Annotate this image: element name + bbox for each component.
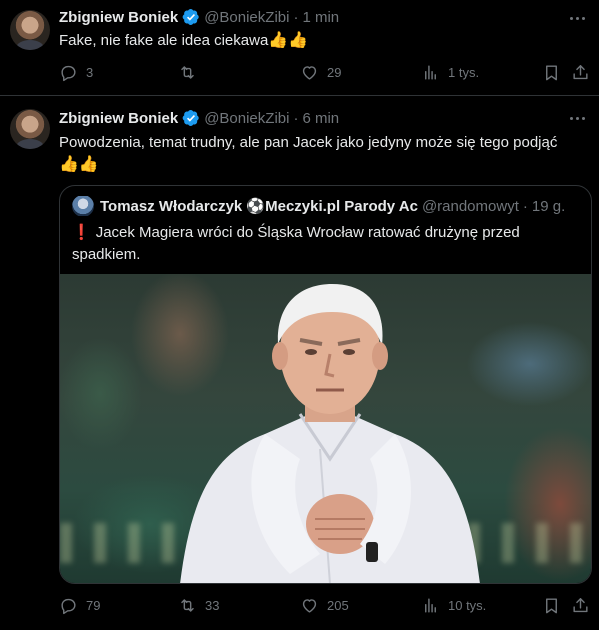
quoted-timestamp[interactable]: 19 g. xyxy=(532,198,565,215)
tweet-header: Zbigniew Boniek @BoniekZibi · 1 min xyxy=(59,7,339,27)
verified-badge-icon xyxy=(182,8,199,26)
coach-photo-figure xyxy=(180,284,480,583)
bookmark-icon xyxy=(546,65,557,81)
repost-count: 33 xyxy=(205,598,220,613)
tweet-text: Fake, nie fake ale idea ciekawa👍👍 xyxy=(59,31,583,51)
quoted-author-handle[interactable]: @randomowyt xyxy=(422,198,519,215)
quoted-photo[interactable] xyxy=(60,274,591,583)
like-button[interactable]: 29 xyxy=(300,63,341,82)
reply-icon xyxy=(61,65,76,82)
more-icon[interactable] xyxy=(567,8,587,28)
author-handle[interactable]: @BoniekZibi xyxy=(204,110,289,127)
like-icon xyxy=(302,599,317,613)
author-name[interactable]: Zbigniew Boniek xyxy=(59,9,178,26)
like-count: 29 xyxy=(327,65,342,80)
timestamp[interactable]: 1 min xyxy=(302,9,339,26)
tweet-text-content: Fake, nie fake ale idea ciekawa xyxy=(59,32,269,49)
views-count: 10 tys. xyxy=(448,598,487,613)
quoted-author-name[interactable]: Tomasz Włodarczyk ⚽Meczyki.pl Parody Ac xyxy=(100,197,418,215)
like-button[interactable]: 205 xyxy=(300,596,349,615)
timestamp[interactable]: 6 min xyxy=(302,110,339,127)
separator: · xyxy=(293,8,299,26)
tweet-2[interactable]: Zbigniew Boniek @BoniekZibi · 6 min Powo… xyxy=(0,97,599,630)
action-bar: 3 29 1 tys. xyxy=(59,63,599,83)
bookmark-button[interactable] xyxy=(542,596,561,615)
exclamation-emoji: ❗ xyxy=(72,224,91,241)
reply-icon xyxy=(61,598,76,615)
reply-button[interactable]: 79 xyxy=(59,596,100,615)
reply-count: 79 xyxy=(86,598,101,613)
repost-button[interactable] xyxy=(178,63,205,82)
share-icon xyxy=(573,65,588,80)
share-button[interactable] xyxy=(571,63,590,82)
separator: · xyxy=(522,197,528,215)
share-button[interactable] xyxy=(571,596,590,615)
repost-icon xyxy=(181,66,194,79)
thumbs-up-emoji: 👍👍 xyxy=(268,32,309,49)
tweet-1[interactable]: Zbigniew Boniek @BoniekZibi · 1 min Fake… xyxy=(0,0,599,96)
views-button[interactable]: 10 tys. xyxy=(421,596,486,615)
like-count: 205 xyxy=(327,598,349,613)
quoted-avatar[interactable] xyxy=(72,196,94,216)
views-count: 1 tys. xyxy=(448,65,480,80)
verified-badge-icon xyxy=(182,109,199,127)
tweet-text: Powodzenia, temat trudny, ale pan Jacek … xyxy=(59,132,581,176)
reply-count: 3 xyxy=(86,65,94,80)
author-handle[interactable]: @BoniekZibi xyxy=(204,9,289,26)
views-icon xyxy=(425,65,436,80)
separator: · xyxy=(293,109,299,127)
quoted-tweet-header: Tomasz Włodarczyk ⚽Meczyki.pl Parody Ac … xyxy=(72,196,579,216)
quoted-text-content: Jacek Magiera wróci do Śląska Wrocław ra… xyxy=(72,224,520,263)
tweet-text-content: Powodzenia, temat trudny, ale pan Jacek … xyxy=(59,134,558,151)
avatar[interactable] xyxy=(10,10,50,50)
like-icon xyxy=(302,66,317,80)
avatar[interactable] xyxy=(10,109,50,149)
bookmark-icon xyxy=(546,598,557,614)
share-icon xyxy=(573,598,588,613)
thumbs-up-emoji: 👍👍 xyxy=(59,156,99,173)
action-bar: 79 33 205 10 tys. xyxy=(59,596,599,616)
views-button[interactable]: 1 tys. xyxy=(421,63,479,82)
quoted-tweet[interactable]: Tomasz Włodarczyk ⚽Meczyki.pl Parody Ac … xyxy=(59,185,592,584)
repost-button[interactable]: 33 xyxy=(178,596,219,615)
reply-button[interactable]: 3 xyxy=(59,63,93,82)
quoted-tweet-text: ❗ Jacek Magiera wróci do Śląska Wrocław r… xyxy=(72,222,577,266)
repost-icon xyxy=(181,599,194,612)
more-icon[interactable] xyxy=(567,108,587,128)
bookmark-button[interactable] xyxy=(542,63,561,82)
tweet-header: Zbigniew Boniek @BoniekZibi · 6 min xyxy=(59,108,339,128)
author-name[interactable]: Zbigniew Boniek xyxy=(59,110,178,127)
views-icon xyxy=(425,598,436,613)
